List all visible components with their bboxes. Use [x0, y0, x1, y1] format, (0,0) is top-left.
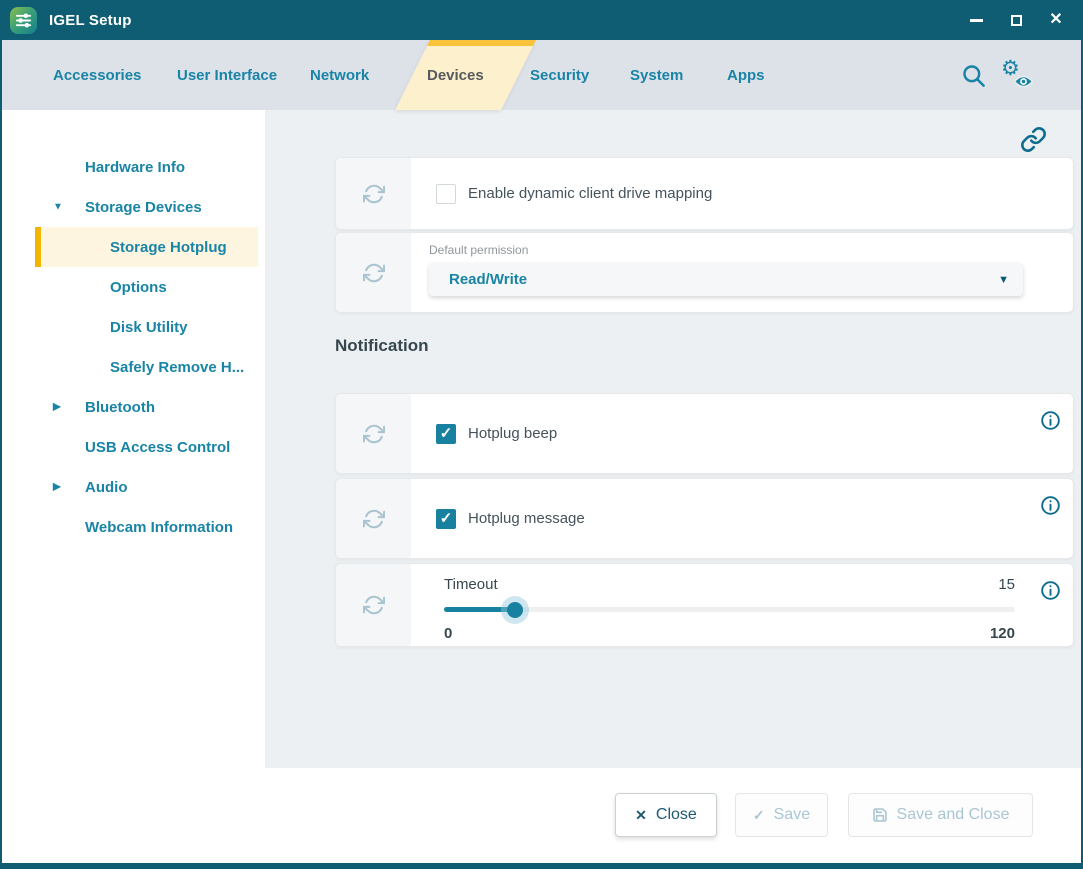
setting-row-default-permission: Default permission Read/Write ▼ — [335, 232, 1074, 313]
maximize-icon — [1011, 15, 1022, 26]
timeout-slider[interactable] — [444, 607, 1015, 612]
tab-devices[interactable]: Devices — [427, 40, 484, 110]
sidebar-nav: Hardware Info ▼Storage Devices Storage H… — [2, 110, 265, 768]
igel-app-icon — [10, 7, 37, 34]
sidebar-item-usb-access-control[interactable]: USB Access Control — [2, 427, 265, 467]
window-controls: ✕ — [967, 11, 1065, 29]
window-title: IGEL Setup — [49, 12, 132, 29]
timeout-value: 15 — [998, 576, 1015, 593]
default-permission-value: Read/Write — [449, 271, 527, 288]
hotplug-beep-label: Hotplug beep — [468, 425, 557, 442]
save-button[interactable]: ✓ Save — [735, 793, 828, 837]
tab-user-interface[interactable]: User Interface — [177, 40, 277, 110]
maximize-button[interactable] — [1007, 11, 1025, 29]
timeout-min: 0 — [444, 625, 452, 642]
sidebar-item-webcam-information[interactable]: Webcam Information — [2, 507, 265, 547]
eye-icon — [1014, 75, 1033, 88]
minimize-icon — [970, 19, 983, 22]
sidebar-item-options[interactable]: Options — [2, 267, 265, 307]
sidebar-item-bluetooth[interactable]: ▶Bluetooth — [2, 387, 265, 427]
info-icon — [1040, 495, 1061, 516]
hotplug-message-checkbox[interactable] — [436, 509, 456, 529]
info-tooltip-button[interactable] — [1040, 495, 1061, 521]
timeout-slider-handle[interactable] — [507, 602, 523, 618]
default-permission-label: Default permission — [429, 243, 1023, 257]
close-icon: ✕ — [1049, 12, 1062, 28]
sidebar-item-safely-remove[interactable]: Safely Remove H... — [2, 347, 265, 387]
chevron-down-icon[interactable]: ▼ — [53, 202, 63, 213]
info-icon — [1040, 580, 1061, 601]
timeout-slider-fill — [444, 607, 515, 612]
sidebar-item-audio[interactable]: ▶Audio — [2, 467, 265, 507]
refresh-icon — [363, 423, 385, 445]
window-border-left — [0, 40, 2, 869]
sidebar-item-hardware-info[interactable]: Hardware Info — [2, 147, 265, 187]
sidebar-item-disk-utility[interactable]: Disk Utility — [2, 307, 265, 347]
tab-bar: Accessories User Interface Network Devic… — [0, 40, 1083, 110]
reset-parameter-button[interactable] — [336, 564, 411, 646]
floppy-save-icon — [872, 807, 888, 823]
hotplug-beep-checkbox[interactable] — [436, 424, 456, 444]
minimize-button[interactable] — [967, 11, 985, 29]
refresh-icon — [363, 183, 385, 205]
chevron-right-icon[interactable]: ▶ — [53, 482, 61, 493]
titlebar: IGEL Setup ✕ — [0, 0, 1083, 40]
info-tooltip-button[interactable] — [1040, 410, 1061, 436]
sidebar-item-storage-hotplug[interactable]: Storage Hotplug — [35, 227, 258, 267]
dynamic-mapping-checkbox[interactable] — [436, 184, 456, 204]
window-border-bottom — [0, 863, 1083, 869]
reset-parameter-button[interactable] — [336, 479, 411, 558]
dynamic-mapping-label: Enable dynamic client drive mapping — [468, 185, 712, 202]
reset-parameter-button[interactable] — [336, 394, 411, 473]
refresh-icon — [363, 508, 385, 530]
link-icon — [1020, 126, 1047, 153]
footer-bar: ✕ Close ✓ Save Save and Close — [0, 768, 1083, 863]
refresh-icon — [363, 262, 385, 284]
tab-accessories[interactable]: Accessories — [53, 40, 141, 110]
sidebar-item-storage-devices[interactable]: ▼Storage Devices — [2, 187, 265, 227]
igel-setup-window: IGEL Setup ✕ Accessories User Interface … — [0, 0, 1083, 869]
setting-row-hotplug-message: Hotplug message — [335, 478, 1074, 559]
section-title-notification: Notification — [335, 336, 429, 356]
check-icon: ✓ — [753, 808, 765, 822]
copy-link-button[interactable] — [1020, 126, 1047, 158]
chevron-down-icon: ▼ — [998, 274, 1009, 286]
save-and-close-button[interactable]: Save and Close — [848, 793, 1033, 837]
reset-parameter-button[interactable] — [336, 233, 411, 312]
setting-row-dynamic-mapping: Enable dynamic client drive mapping — [335, 157, 1074, 230]
setting-row-timeout: Timeout 15 0 120 — [335, 563, 1074, 647]
tab-security[interactable]: Security — [530, 40, 589, 110]
setup-admin-button[interactable]: ⚙ — [1001, 61, 1031, 89]
tab-network[interactable]: Network — [310, 40, 369, 110]
close-x-icon: ✕ — [635, 808, 647, 822]
search-icon — [960, 62, 987, 89]
chevron-right-icon[interactable]: ▶ — [53, 402, 61, 413]
default-permission-select[interactable]: Read/Write ▼ — [429, 263, 1023, 296]
setting-row-hotplug-beep: Hotplug beep — [335, 393, 1074, 474]
reset-parameter-button[interactable] — [336, 158, 411, 229]
info-icon — [1040, 410, 1061, 431]
search-button[interactable] — [960, 62, 987, 89]
close-window-button[interactable]: ✕ — [1047, 11, 1065, 29]
tab-apps[interactable]: Apps — [727, 40, 765, 110]
close-button[interactable]: ✕ Close — [615, 793, 717, 837]
refresh-icon — [363, 594, 385, 616]
tab-system[interactable]: System — [630, 40, 683, 110]
timeout-label: Timeout — [444, 576, 498, 593]
hotplug-message-label: Hotplug message — [468, 510, 585, 527]
info-tooltip-button[interactable] — [1040, 580, 1061, 606]
timeout-max: 120 — [990, 625, 1015, 642]
